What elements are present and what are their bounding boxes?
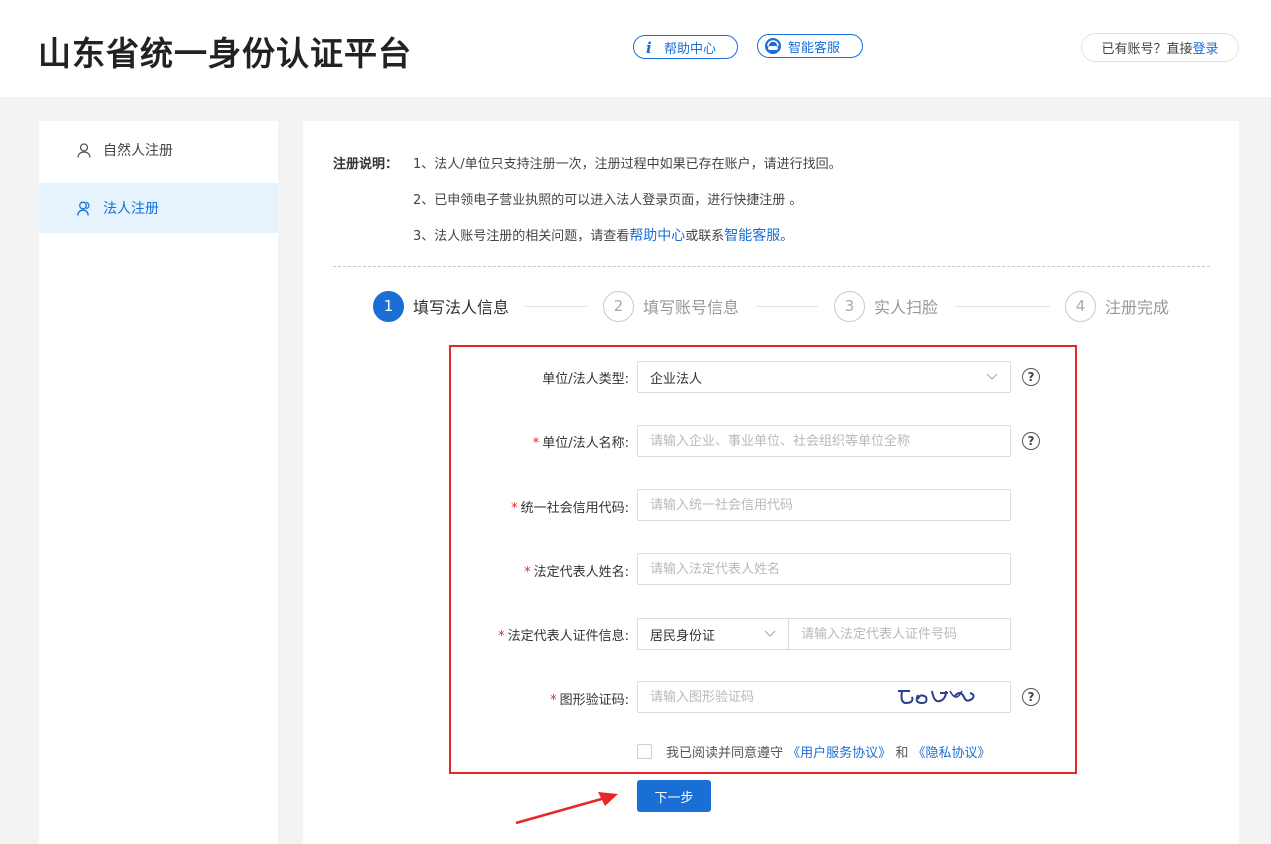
id-type-value: 居民身份证 — [650, 628, 716, 644]
agreement-checkbox[interactable] — [637, 744, 652, 759]
smart-service-label: 智能客服 — [788, 40, 841, 56]
label-text: 图形验证码: — [559, 693, 629, 708]
rep-name-input[interactable] — [650, 561, 1010, 577]
required-mark: * — [511, 501, 518, 516]
step-label: 实人扫脸 — [874, 298, 939, 317]
login-prefix: 已有账号？直接 — [1101, 42, 1193, 57]
divider — [333, 266, 1210, 267]
smart-service-link[interactable]: 智能客服 — [724, 228, 780, 244]
id-number-field[interactable] — [788, 618, 1011, 650]
credit-code-field[interactable] — [637, 489, 1011, 521]
note-line-2: 2、已申领电子营业执照的可以进入法人登录页面，进行快捷注册 。 — [413, 193, 803, 208]
type-label: 单位/法人类型: — [542, 372, 629, 387]
help-center-button[interactable]: i 帮助中心 — [633, 35, 738, 59]
next-step-button[interactable]: 下一步 — [637, 780, 711, 812]
required-mark: * — [498, 629, 505, 644]
sidebar: 自然人注册 法人注册 — [39, 121, 278, 844]
step-number: 4 — [1065, 290, 1096, 322]
step-connector — [955, 306, 1050, 307]
service-icon — [764, 37, 782, 55]
help-icon[interactable]: ? — [1022, 688, 1040, 706]
help-center-label: 帮助中心 — [664, 41, 717, 57]
required-mark: * — [524, 565, 531, 580]
sidebar-item-natural-person[interactable]: 自然人注册 — [39, 125, 278, 175]
rep-name-label: * 法定代表人姓名: — [524, 561, 629, 580]
person-icon — [77, 142, 91, 158]
sidebar-item-label: 自然人注册 — [103, 143, 173, 159]
note-text: 或联系 — [685, 229, 725, 244]
step-1: 1 填写法人信息 — [373, 290, 509, 322]
id-type-select[interactable]: 居民身份证 — [637, 618, 789, 650]
id-info-label: * 法定代表人证件信息: — [498, 625, 629, 644]
step-number: 1 — [373, 290, 404, 322]
step-connector — [525, 306, 587, 307]
step-number: 3 — [834, 290, 865, 322]
notes-label: 注册说明： — [333, 157, 399, 172]
people-icon — [77, 201, 90, 216]
svg-text:i: i — [646, 39, 652, 55]
note-text: 3、法人账号注册的相关问题，请查看 — [413, 229, 630, 244]
step-label: 注册完成 — [1105, 298, 1170, 317]
privacy-agreement-link[interactable]: 《隐私协议》 — [912, 742, 990, 761]
help-icon[interactable]: ? — [1022, 432, 1040, 450]
note-text: 。 — [780, 229, 794, 244]
header: 山东省统一身份认证平台 i 帮助中心 智能客服 已有账号？直接 登录 — [0, 0, 1271, 97]
info-icon: i — [640, 38, 658, 56]
step-2: 2 填写账号信息 — [603, 290, 739, 322]
note-line-1: 1、法人/单位只支持注册一次，注册过程中如果已存在账户，请进行找回。 — [413, 157, 842, 172]
label-text: 统一社会信用代码: — [520, 501, 629, 516]
smart-service-button[interactable]: 智能客服 — [757, 34, 863, 58]
step-3: 3 实人扫脸 — [834, 290, 938, 322]
app-title: 山东省统一身份认证平台 — [38, 34, 412, 73]
help-icon[interactable]: ? — [1022, 368, 1040, 386]
sidebar-item-label: 法人注册 — [103, 201, 159, 217]
captcha-image[interactable] — [890, 683, 985, 711]
id-number-input[interactable] — [801, 626, 1010, 642]
user-agreement-link[interactable]: 《用户服务协议》 — [787, 742, 891, 761]
legal-name-field[interactable] — [637, 425, 1011, 457]
agreement-text: 我已阅读并同意遵守 — [666, 746, 784, 761]
legal-type-value: 企业法人 — [650, 371, 703, 387]
step-connector — [756, 306, 818, 307]
red-arrow-icon — [515, 792, 618, 825]
label-text: 法定代表人证件信息: — [507, 629, 629, 644]
help-center-link[interactable]: 帮助中心 — [629, 228, 685, 244]
chevron-down-icon — [764, 630, 776, 637]
note-line-3: 3、法人账号注册的相关问题，请查看帮助中心或联系智能客服。 — [413, 225, 793, 245]
required-mark: * — [550, 693, 557, 708]
chevron-down-icon — [986, 373, 998, 380]
agreement-row: 我已阅读并同意遵守 《用户服务协议》 和 《隐私协议》 — [637, 742, 990, 761]
name-label: * 单位/法人名称: — [533, 432, 629, 451]
required-mark: * — [532, 436, 540, 451]
step-label: 填写账号信息 — [643, 298, 740, 317]
step-label: 填写法人信息 — [413, 298, 510, 317]
legal-name-input[interactable] — [650, 433, 1010, 449]
sidebar-item-legal-person[interactable]: 法人注册 — [39, 183, 278, 233]
credit-code-input[interactable] — [650, 497, 1010, 513]
label-text: 法定代表人姓名: — [533, 565, 629, 580]
credit-code-label: * 统一社会信用代码: — [511, 497, 629, 516]
agreement-and: 和 — [895, 746, 909, 761]
legal-type-select[interactable]: 企业法人 — [637, 361, 1011, 393]
login-prompt: 已有账号？直接 登录 — [1081, 33, 1239, 62]
step-4: 4 注册完成 — [1065, 290, 1169, 322]
step-number: 2 — [603, 290, 634, 322]
login-link[interactable]: 登录 — [1193, 38, 1219, 57]
rep-name-field[interactable] — [637, 553, 1011, 585]
captcha-label: * 图形验证码: — [550, 689, 629, 708]
label-text: 单位/法人名称: — [542, 436, 629, 451]
